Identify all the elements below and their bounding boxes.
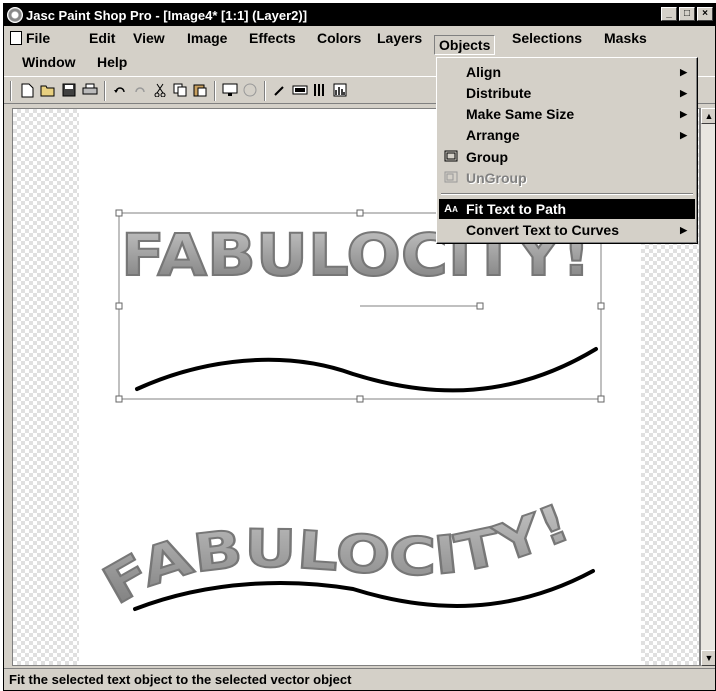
tool-options-icon[interactable] <box>292 82 308 98</box>
scroll-down-button[interactable]: ▼ <box>701 650 715 666</box>
resize-handle[interactable] <box>356 395 364 403</box>
undo-icon[interactable] <box>112 82 128 98</box>
menu-view[interactable]: View <box>129 28 169 48</box>
resize-handle[interactable] <box>115 209 123 217</box>
toolbar-separator <box>264 81 266 101</box>
vertical-scrollbar[interactable]: ▲ ▼ <box>700 108 715 666</box>
vector-path-curve[interactable] <box>135 347 598 393</box>
dropper-icon[interactable] <box>272 82 288 98</box>
resize-handle[interactable] <box>597 302 605 310</box>
menu-item-distribute[interactable]: Distribute ▶ <box>439 83 695 103</box>
submenu-arrow-icon: ▶ <box>680 88 687 98</box>
copy-icon[interactable] <box>172 82 188 98</box>
paste-icon[interactable] <box>192 82 208 98</box>
menu-objects[interactable]: Objects <box>434 35 496 55</box>
maximize-button[interactable]: □ <box>679 7 695 21</box>
menu-colors[interactable]: Colors <box>313 28 365 48</box>
close-button[interactable]: × <box>697 7 713 21</box>
histogram-icon[interactable] <box>332 82 348 98</box>
menu-masks[interactable]: Masks <box>600 28 651 48</box>
menu-item-group[interactable]: Group <box>439 147 695 167</box>
menu-item-convert-text-to-curves[interactable]: Convert Text to Curves ▶ <box>439 220 695 240</box>
menu-help[interactable]: Help <box>93 52 131 72</box>
submenu-arrow-icon: ▶ <box>680 225 687 235</box>
menu-separator <box>441 193 693 195</box>
menu-selections[interactable]: Selections <box>508 28 586 48</box>
resize-handle[interactable] <box>356 209 364 217</box>
rotation-handle[interactable] <box>476 302 484 310</box>
toolbar-separator <box>104 81 106 101</box>
save-icon[interactable] <box>61 82 77 98</box>
objects-menu-dropdown: Align ▶ Distribute ▶ Make Same Size ▶ Arran… <box>436 57 698 244</box>
app-icon[interactable] <box>7 7 23 23</box>
toolbar-separator <box>214 81 216 101</box>
open-folder-icon[interactable] <box>40 82 56 98</box>
app-window: Jasc Paint Shop Pro - [Image4* [1:1] (La… <box>3 3 716 691</box>
menu-edit[interactable]: Edit <box>85 28 119 48</box>
ungroup-icon <box>443 171 459 185</box>
menu-layers[interactable]: Layers <box>373 28 426 48</box>
menu-window[interactable]: Window <box>18 52 80 72</box>
cut-icon[interactable] <box>152 82 168 98</box>
menu-item-make-same-size[interactable]: Make Same Size ▶ <box>439 104 695 124</box>
resize-handle[interactable] <box>115 302 123 310</box>
minimize-button[interactable]: _ <box>661 7 677 21</box>
group-icon <box>443 150 459 164</box>
new-file-icon[interactable] <box>19 82 35 98</box>
submenu-arrow-icon: ▶ <box>680 109 687 119</box>
print-icon[interactable] <box>82 82 98 98</box>
window-title: Jasc Paint Shop Pro - [Image4* [1:1] (La… <box>26 7 308 23</box>
status-bar: Fit the selected text object to the sele… <box>4 668 715 690</box>
menu-item-align[interactable]: Align ▶ <box>439 62 695 82</box>
submenu-arrow-icon: ▶ <box>680 130 687 140</box>
resize-handle[interactable] <box>597 395 605 403</box>
menu-effects[interactable]: Effects <box>245 28 300 48</box>
submenu-arrow-icon: ▶ <box>680 67 687 77</box>
redo-icon <box>132 82 148 98</box>
menu-file[interactable]: File <box>6 28 54 48</box>
menu-item-arrange[interactable]: Arrange ▶ <box>439 125 695 145</box>
menu-item-fit-text-to-path[interactable]: AA Fit Text to Path <box>439 199 695 219</box>
fit-text-icon: AA <box>444 203 458 215</box>
browse-icon[interactable] <box>222 82 238 98</box>
title-bar: Jasc Paint Shop Pro - [Image4* [1:1] (La… <box>4 4 715 26</box>
document-icon <box>10 31 22 45</box>
stop-icon <box>242 82 258 98</box>
scroll-up-button[interactable]: ▲ <box>701 108 715 124</box>
toolbar-grip <box>10 81 12 101</box>
menu-item-ungroup: UnGroup <box>439 168 695 188</box>
color-palette-icon[interactable] <box>312 82 328 98</box>
menu-image[interactable]: Image <box>183 28 231 48</box>
window-controls: _ □ × <box>661 7 713 21</box>
resize-handle[interactable] <box>115 395 123 403</box>
